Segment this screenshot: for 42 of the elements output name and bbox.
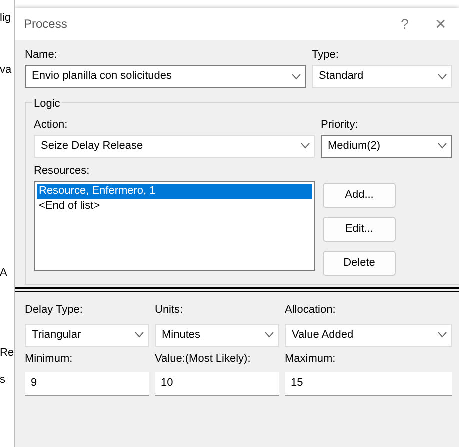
chevron-down-icon (438, 332, 447, 338)
chevron-down-icon (438, 74, 447, 80)
dialog-button[interactable]: Edit... (323, 216, 396, 242)
field-label: Minimum: (25, 352, 74, 366)
dropdown[interactable]: Medium(2) (321, 134, 452, 158)
dropdown[interactable]: Seize Delay Release (34, 134, 315, 158)
field-label: Allocation: (285, 302, 337, 318)
chevron-down-icon (438, 143, 447, 149)
window-title: Process (24, 16, 68, 33)
list-item[interactable]: <End of list> (37, 198, 312, 214)
dropdown[interactable]: Envio planilla con solicitudes (25, 65, 306, 88)
dialog-button[interactable]: Add... (323, 182, 396, 208)
background-text: va (0, 63, 12, 78)
dropdown[interactable]: Minutes (155, 324, 279, 346)
chevron-down-icon (135, 332, 144, 338)
dropdown[interactable]: Value Added (285, 324, 452, 346)
group-title: Logic (32, 96, 62, 112)
chevron-down-icon (265, 332, 274, 338)
field-label: Units: (155, 302, 184, 318)
field-label: Resources: (34, 164, 91, 178)
dropdown[interactable]: Triangular (25, 324, 149, 346)
help-button[interactable]: ? (387, 14, 423, 34)
dropdown[interactable]: Standard (312, 65, 452, 88)
background-text: A (0, 266, 8, 281)
field-label: Type: (312, 48, 340, 63)
dialog-button[interactable]: Delete (323, 250, 396, 276)
close-button[interactable]: ✕ (423, 14, 459, 34)
field-label: Maximum: (285, 352, 337, 366)
background-text: s (0, 373, 6, 388)
field-label: Name: (25, 48, 58, 63)
list-item[interactable]: Resource, Enfermero, 1 (37, 184, 312, 198)
chevron-down-icon (301, 143, 310, 149)
input-field[interactable]: 10 (155, 372, 279, 396)
background-text: Re (0, 346, 14, 361)
field-label: Priority: (321, 118, 360, 132)
field-label: Action: (34, 118, 69, 132)
field-label: Delay Type: (25, 302, 84, 318)
background-text: lig (0, 11, 12, 26)
input-field[interactable]: 9 (25, 372, 149, 396)
input-field[interactable]: 15 (285, 372, 452, 396)
chevron-down-icon (292, 74, 301, 80)
field-label: Value:(Most Likely): (155, 352, 252, 366)
